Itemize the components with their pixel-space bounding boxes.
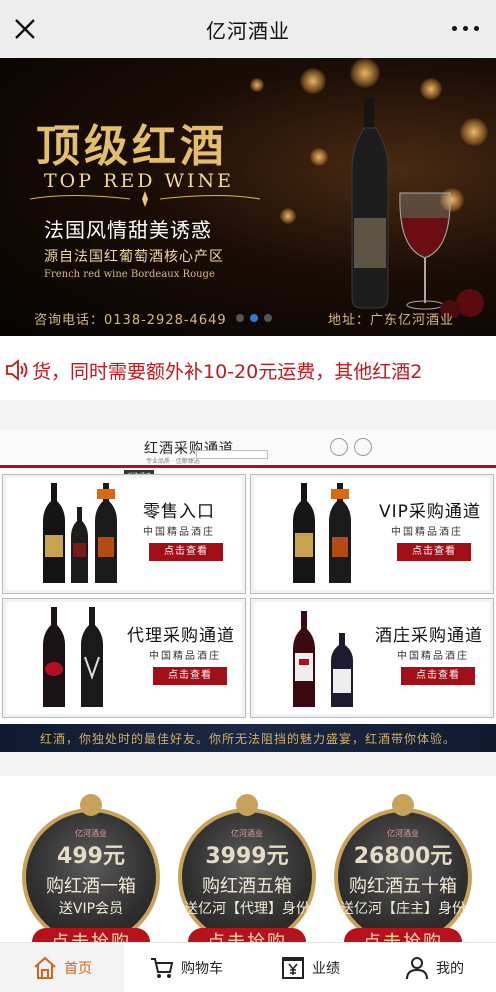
package-offer: 购红酒一箱 [46, 876, 136, 897]
channels-badges [330, 438, 372, 456]
package-card-2[interactable]: 亿河酒业 3999元 购红酒五箱 送亿河【代理】身份 点击抢购 [178, 794, 316, 958]
hero-banner[interactable]: 顶级红酒 TOP RED WINE 法国风情甜美诱惑 源自法国红葡萄酒核心产区 … [0, 58, 496, 336]
banner-phone: 咨询电话：0138-2928-4649 [34, 313, 227, 328]
banner-origin: 源自法国红葡萄酒核心产区 [44, 249, 224, 265]
channels-panel: 红酒采购通道 专业品质 · 佳酿臻选 采购通道 零售入口 中国精品酒庄 点击查看 [0, 430, 496, 752]
page-title: 亿河酒业 [206, 18, 290, 43]
channel-subtitle: 中国精品酒庄 [149, 651, 221, 662]
wine-bottle-glass-image [351, 98, 484, 318]
section-divider [0, 752, 496, 776]
top-bar: 亿河酒业 [0, 0, 496, 58]
channels-footer-text: 红酒，你独处时的最佳好友。你所无法阻挡的魅力盛宴，红酒带你体验。 [39, 731, 456, 746]
channel-subtitle: 中国精品酒庄 [397, 651, 469, 662]
channel-card-vip[interactable]: VIP采购通道 中国精品酒庄 点击查看 [250, 474, 494, 594]
medal-icon [236, 794, 258, 816]
carousel-dot-active[interactable] [250, 314, 258, 322]
banner-address: 地址：广东亿河酒业 [328, 313, 455, 328]
package-card-3[interactable]: 亿河酒业 26800元 购红酒五十箱 送亿河【庄主】身份 点击抢购 [334, 794, 472, 958]
package-bonus: 送亿河【庄主】身份 [340, 901, 466, 917]
package-bonus: 送VIP会员 [58, 901, 124, 917]
view-estate-button[interactable]: 点击查看 [401, 667, 475, 685]
channels-header: 红酒采购通道 专业品质 · 佳酿臻选 [0, 430, 496, 468]
package-offer: 购红酒五十箱 [349, 876, 457, 897]
notice-text: 货，同时需要额外补10-20元运费，其他红酒2 [32, 360, 423, 383]
package-price: 499元 [57, 844, 125, 869]
ornament-divider-icon [30, 191, 260, 207]
view-vip-button[interactable]: 点击查看 [397, 543, 471, 561]
carousel-dot[interactable] [264, 314, 272, 322]
channel-title: VIP采购通道 [379, 502, 481, 522]
view-agent-button[interactable]: 点击查看 [153, 667, 227, 685]
home-icon [34, 956, 56, 979]
badge-icon [354, 438, 372, 456]
package-card-1[interactable]: 亿河酒业 499元 购红酒一箱 送VIP会员 点击抢购 [22, 794, 160, 958]
tab-me[interactable]: 我的 [372, 943, 496, 992]
package-price: 26800元 [353, 844, 453, 869]
channel-card-estate[interactable]: 酒庄采购通道 中国精品酒庄 点击查看 [250, 598, 494, 718]
channel-subtitle: 中国精品酒庄 [143, 527, 215, 538]
section-divider [0, 400, 496, 430]
view-retail-button[interactable]: 点击查看 [149, 543, 223, 561]
wine-bottles-icon [293, 611, 353, 707]
tab-home[interactable]: 首页 [0, 943, 124, 992]
close-icon[interactable] [12, 16, 38, 42]
tab-label: 业绩 [312, 960, 340, 977]
wine-bottles-icon [293, 483, 351, 583]
page: 亿河酒业 顶级红酒 TOP RED WINE 法国风情甜美诱惑 源自法国红葡萄酒… [0, 0, 496, 992]
wine-bottles-icon [43, 483, 117, 583]
tab-cart[interactable]: 购物车 [124, 943, 248, 992]
tab-label: 购物车 [181, 960, 223, 977]
speaker-icon [6, 359, 28, 381]
banner-headline: 顶级红酒 [36, 121, 228, 172]
channel-subtitle: 中国精品酒庄 [391, 527, 463, 538]
channels-subtitle: 专业品质 · 佳酿臻选 [146, 458, 200, 465]
banner-tagline: 法国风情甜美诱惑 [44, 218, 212, 242]
package-price: 3999元 [205, 844, 289, 869]
bottom-tab-bar: 首页 购物车 业绩 我的 [0, 942, 496, 992]
wine-bottles-icon [43, 607, 103, 707]
yen-box-icon [282, 956, 304, 979]
badge-icon [330, 438, 348, 456]
channel-card-agent[interactable]: 代理采购通道 中国精品酒庄 点击查看 [2, 598, 246, 718]
user-icon [406, 956, 428, 979]
cart-icon [151, 957, 174, 978]
channel-title: 代理采购通道 [127, 626, 235, 646]
banner-origin-en: French red wine Bordeaux Rouge [44, 269, 215, 280]
carousel-dot[interactable] [236, 314, 244, 322]
channel-title: 零售入口 [143, 502, 215, 522]
channels-search-box[interactable] [196, 450, 268, 459]
banner-subtitle-en: TOP RED WINE [44, 170, 235, 192]
notice-marquee: 货，同时需要额外补10-20元运费，其他红酒2 [0, 342, 496, 398]
channels-footer-banner: 红酒，你独处时的最佳好友。你所无法阻挡的魅力盛宴，红酒带你体验。 [0, 724, 496, 752]
tab-label: 首页 [64, 960, 92, 977]
package-bonus: 送亿河【代理】身份 [184, 901, 310, 917]
tab-label: 我的 [436, 960, 464, 977]
channel-title: 酒庄采购通道 [375, 626, 483, 646]
channel-card-retail[interactable]: 零售入口 中国精品酒庄 点击查看 [2, 474, 246, 594]
more-icon[interactable] [452, 22, 480, 34]
package-offer: 购红酒五箱 [202, 876, 292, 897]
medal-icon [80, 794, 102, 816]
medal-icon [392, 794, 414, 816]
packages-section: 亿河酒业 499元 购红酒一箱 送VIP会员 点击抢购 亿河酒业 3999元 购… [0, 776, 496, 958]
tab-performance[interactable]: 业绩 [248, 943, 372, 992]
carousel-dots[interactable] [236, 314, 272, 322]
